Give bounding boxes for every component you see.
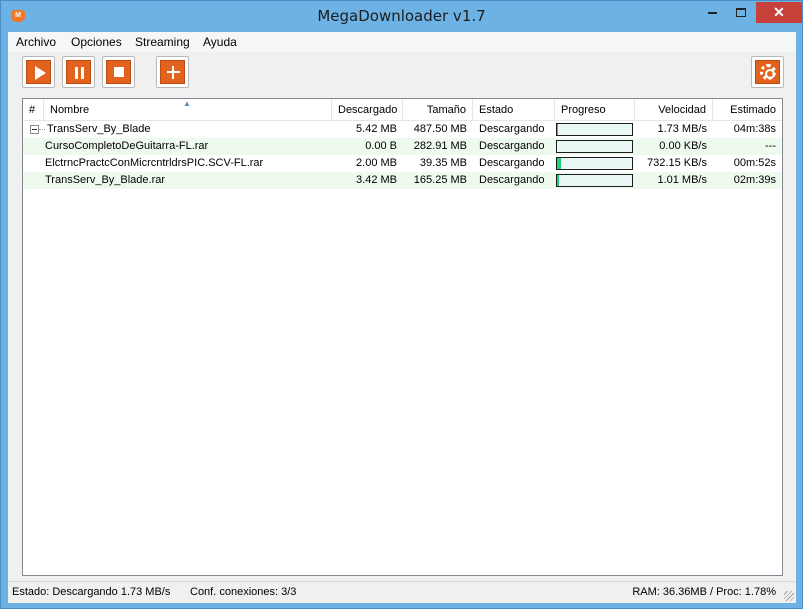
progress-bar: [556, 157, 633, 170]
column-header-estado[interactable]: Estado: [473, 99, 555, 121]
window-title: MegaDownloader v1.7: [317, 7, 486, 25]
status-recursos: RAM: 36.36MB / Proc: 1.78%: [632, 586, 776, 598]
row-nombre: CursoCompletoDeGuitarra-FL.rar: [45, 140, 209, 152]
row-estimado: ---: [765, 140, 776, 152]
maximize-button[interactable]: [727, 2, 754, 23]
play-icon: [35, 66, 46, 80]
menu-streaming[interactable]: Streaming: [135, 35, 190, 49]
title-bar[interactable]: M MegaDownloader v1.7 ✕: [1, 1, 802, 32]
progress-bar: [556, 174, 633, 187]
sort-ascending-icon: ▲: [183, 99, 191, 108]
download-list[interactable]: # Nombre ▲ Descargado Tamaño Estado Prog…: [22, 98, 783, 576]
row-estado: Descargando: [479, 140, 545, 152]
status-bar: Estado: Descargando 1.73 MB/s Conf. cone…: [8, 581, 796, 603]
menu-ayuda[interactable]: Ayuda: [203, 35, 237, 49]
row-estado: Descargando: [479, 123, 545, 135]
row-estado: Descargando: [479, 157, 545, 169]
row-estimado: 04m:38s: [733, 123, 776, 135]
table-row[interactable]: ElctrncPractcConMicrcntrldrsPIC.SCV-FL.r…: [23, 155, 782, 172]
table-row[interactable]: TransServ_By_Blade 5.42 MB 487.50 MB Des…: [23, 121, 782, 138]
row-descargado: 0.00 B: [365, 140, 397, 152]
minimize-icon: [707, 11, 717, 14]
plus-icon: [167, 66, 180, 79]
status-conexiones: Conf. conexiones: 3/3: [190, 586, 297, 598]
maximize-icon: [735, 8, 746, 18]
status-estado: Estado: Descargando 1.73 MB/s: [12, 586, 171, 598]
progress-fill: [557, 124, 558, 135]
row-tamano: 282.91 MB: [413, 140, 467, 152]
column-header-velocidad[interactable]: Velocidad: [635, 99, 713, 121]
progress-bar: [556, 140, 633, 153]
column-header-progreso[interactable]: Progreso: [555, 99, 635, 121]
close-icon: ✕: [773, 4, 785, 20]
row-tamano: 39.35 MB: [419, 157, 467, 169]
add-link-button[interactable]: [156, 56, 189, 88]
settings-button[interactable]: [751, 56, 784, 88]
stop-icon: [114, 67, 124, 77]
row-tamano: 487.50 MB: [413, 123, 467, 135]
row-velocidad: 0.00 KB/s: [659, 140, 707, 152]
minimize-button[interactable]: [698, 2, 726, 23]
row-nombre: TransServ_By_Blade.rar: [45, 174, 166, 186]
close-button[interactable]: ✕: [756, 2, 802, 23]
column-header-number[interactable]: #: [23, 99, 44, 121]
menu-bar: Archivo Opciones Streaming Ayuda: [8, 32, 796, 52]
table-row[interactable]: CursoCompletoDeGuitarra-FL.rar 0.00 B 28…: [23, 138, 782, 155]
resize-grip-icon[interactable]: [784, 591, 794, 601]
row-descargado: 5.42 MB: [356, 123, 397, 135]
gear-icon: [760, 64, 776, 80]
menu-opciones[interactable]: Opciones: [71, 35, 122, 49]
row-estimado: 02m:39s: [733, 174, 776, 186]
column-header-tamano[interactable]: Tamaño: [403, 99, 473, 121]
menu-archivo[interactable]: Archivo: [16, 35, 56, 49]
pause-button[interactable]: [62, 56, 95, 88]
play-button[interactable]: [22, 56, 55, 88]
toolbar: [8, 52, 796, 96]
row-estimado: 00m:52s: [733, 157, 776, 169]
client-area: Archivo Opciones Streaming Ayuda # Nombr…: [8, 32, 796, 603]
progress-bar: [556, 123, 633, 136]
row-velocidad: 1.73 MB/s: [657, 123, 707, 135]
app-window: M MegaDownloader v1.7 ✕ Archivo Opciones…: [0, 0, 803, 609]
row-nombre: TransServ_By_Blade: [47, 123, 151, 135]
collapse-icon[interactable]: [30, 125, 39, 134]
stop-button[interactable]: [102, 56, 135, 88]
pause-icon: [74, 67, 85, 79]
row-nombre: ElctrncPractcConMicrcntrldrsPIC.SCV-FL.r…: [45, 157, 264, 169]
progress-fill: [557, 158, 561, 169]
row-velocidad: 732.15 KB/s: [647, 157, 707, 169]
table-row[interactable]: TransServ_By_Blade.rar 3.42 MB 165.25 MB…: [23, 172, 782, 189]
row-estado: Descargando: [479, 174, 545, 186]
column-header-descargado[interactable]: Descargado: [332, 99, 403, 121]
progress-fill: [557, 175, 559, 186]
row-tamano: 165.25 MB: [413, 174, 467, 186]
column-header-estimado[interactable]: Estimado: [713, 99, 782, 121]
row-descargado: 2.00 MB: [356, 157, 397, 169]
row-velocidad: 1.01 MB/s: [657, 174, 707, 186]
row-descargado: 3.42 MB: [356, 174, 397, 186]
list-header: # Nombre ▲ Descargado Tamaño Estado Prog…: [23, 99, 782, 121]
